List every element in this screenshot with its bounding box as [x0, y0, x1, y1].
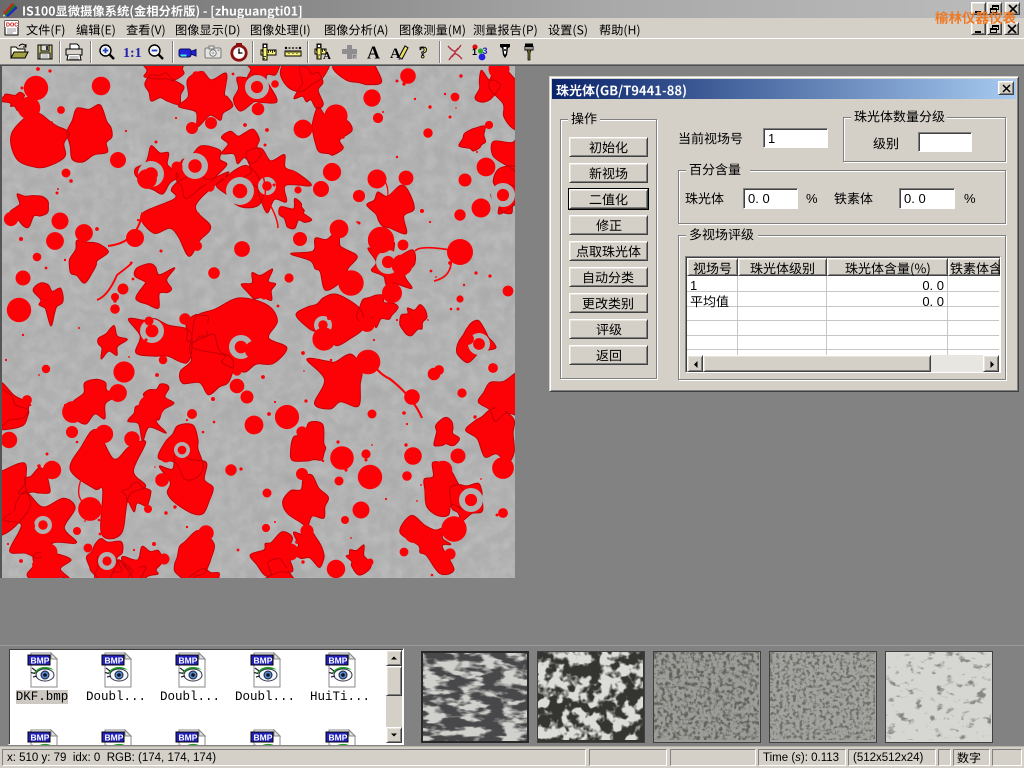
svg-text:1:1: 1:1: [123, 46, 142, 61]
svg-text:A: A: [323, 50, 331, 62]
svg-text:1: 1: [472, 47, 477, 57]
svg-text:BMP: BMP: [254, 733, 273, 743]
svg-text:BMP: BMP: [254, 656, 273, 666]
svg-text:BMP: BMP: [329, 656, 348, 666]
svg-text:BMP: BMP: [31, 656, 50, 666]
svg-text:BMP: BMP: [179, 733, 198, 743]
svg-text:BMP: BMP: [329, 733, 348, 743]
svg-text:BMP: BMP: [105, 656, 124, 666]
svg-text:DOC: DOC: [6, 23, 18, 29]
svg-text:BMP: BMP: [179, 656, 198, 666]
svg-text:BMP: BMP: [31, 733, 50, 743]
svg-text:?: ?: [419, 43, 428, 62]
svg-text:BMP: BMP: [105, 733, 124, 743]
svg-text:A: A: [367, 43, 380, 63]
